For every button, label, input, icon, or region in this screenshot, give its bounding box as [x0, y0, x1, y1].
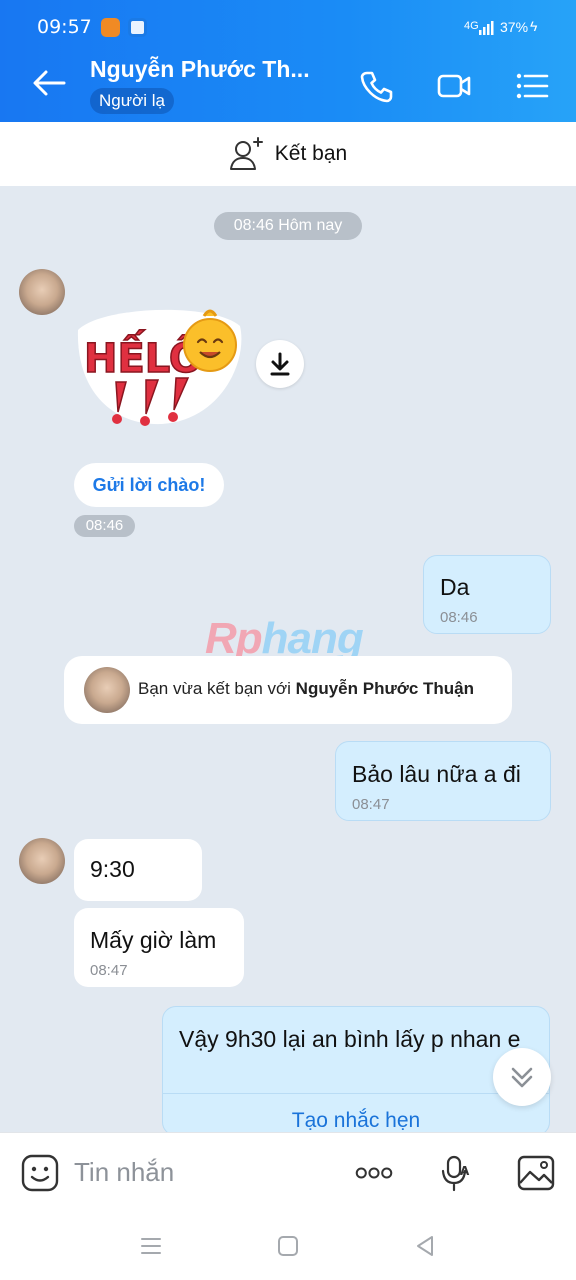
emoji-icon[interactable]: [20, 1153, 60, 1193]
message-time: 08:47: [90, 962, 128, 979]
charging-icon: ϟ: [530, 18, 538, 34]
message-bubble-outgoing[interactable]: Vậy 9h30 lại an bình lấy p nhan e Tạo nh…: [162, 1006, 550, 1136]
message-bubble-incoming[interactable]: Mấy giờ làm 08:47: [74, 908, 244, 987]
message-text: 9:30: [90, 856, 135, 882]
sticker-time: 08:46: [74, 515, 135, 537]
status-time: 09:57: [37, 16, 92, 38]
status-bar: 09:57 4G 37% ϟ: [0, 0, 576, 44]
avatar[interactable]: [84, 667, 130, 713]
system-contact-name: Nguyễn Phước Thuận: [295, 679, 475, 698]
message-input[interactable]: Tin nhắn: [74, 1157, 174, 1188]
nav-home-icon[interactable]: [274, 1232, 302, 1260]
image-icon[interactable]: [516, 1153, 556, 1193]
message-time: 08:47: [352, 796, 390, 813]
phone-icon[interactable]: [358, 68, 394, 104]
date-divider: 08:46 Hôm nay: [214, 212, 362, 240]
nav-back-icon[interactable]: [411, 1232, 439, 1260]
download-button[interactable]: [256, 340, 304, 388]
system-message-text: Bạn vừa kết bạn với Nguyễn Phước Thuận: [138, 679, 474, 699]
add-friend-icon: [229, 137, 263, 170]
back-arrow-icon[interactable]: [28, 66, 68, 100]
message-text: Vậy 9h30 lại an bình lấy p nhan e: [179, 1026, 521, 1052]
message-bubble-incoming[interactable]: 9:30: [74, 839, 202, 901]
scroll-to-bottom-button[interactable]: [493, 1048, 551, 1106]
svg-text:A: A: [460, 1164, 470, 1178]
voice-icon[interactable]: A: [436, 1153, 476, 1193]
app-notification-icon: [128, 18, 147, 37]
add-friend-bar[interactable]: Kết bạn: [0, 122, 576, 186]
message-text: Da: [440, 574, 470, 600]
add-friend-label: Kết bạn: [274, 142, 348, 165]
create-reminder-button[interactable]: Tạo nhắc hẹn: [163, 1109, 549, 1133]
signal-icon: [479, 21, 494, 35]
send-greeting-button[interactable]: Gửi lời chào!: [74, 463, 224, 507]
message-bubble-outgoing[interactable]: Da 08:46: [423, 555, 551, 634]
list-menu-icon[interactable]: [514, 68, 550, 104]
network-type: 4G: [464, 20, 479, 32]
nav-menu-icon[interactable]: [137, 1232, 165, 1260]
system-prefix: Bạn vừa kết bạn với: [138, 679, 296, 698]
hello-sticker[interactable]: HẾLÔ: [72, 300, 248, 426]
message-text: Mấy giờ làm: [90, 927, 217, 953]
message-bubble-outgoing[interactable]: Bảo lâu nữa a đi 08:47: [335, 741, 551, 821]
friend-added-notice: Bạn vừa kết bạn với Nguyễn Phước Thuận: [64, 656, 512, 724]
stranger-badge: Người lạ: [90, 88, 174, 114]
contact-name[interactable]: Nguyễn Phước Th...: [90, 56, 310, 83]
avatar[interactable]: [19, 269, 65, 315]
message-time: 08:46: [440, 609, 478, 626]
more-icon[interactable]: [354, 1153, 394, 1193]
avatar[interactable]: [19, 838, 65, 884]
chat-header: 09:57 4G 37% ϟ Nguyễn Phước Th... Người …: [0, 0, 576, 122]
message-text: Bảo lâu nữa a đi: [352, 761, 521, 787]
download-icon: [270, 352, 290, 376]
battery-level: 37%: [500, 19, 529, 35]
chevron-double-down-icon: [511, 1067, 533, 1088]
system-navigation-bar: [0, 1212, 576, 1280]
app-notification-icon: [101, 18, 120, 37]
divider: [163, 1093, 549, 1094]
message-composer: Tin nhắn A: [0, 1132, 576, 1212]
video-call-icon[interactable]: [436, 68, 472, 104]
